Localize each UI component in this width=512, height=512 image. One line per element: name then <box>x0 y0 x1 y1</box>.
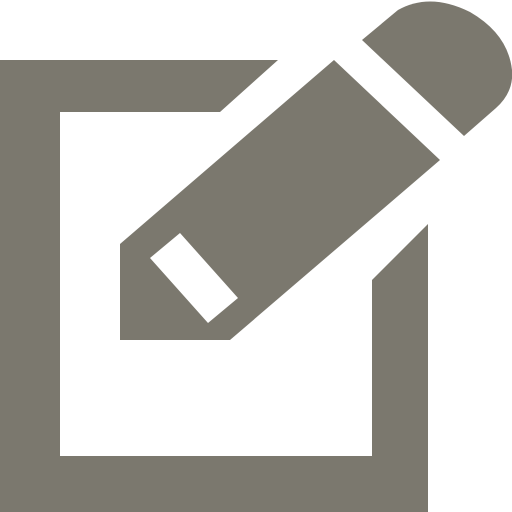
edit-icon-container[interactable] <box>0 0 512 512</box>
edit-icon[interactable] <box>0 0 512 512</box>
